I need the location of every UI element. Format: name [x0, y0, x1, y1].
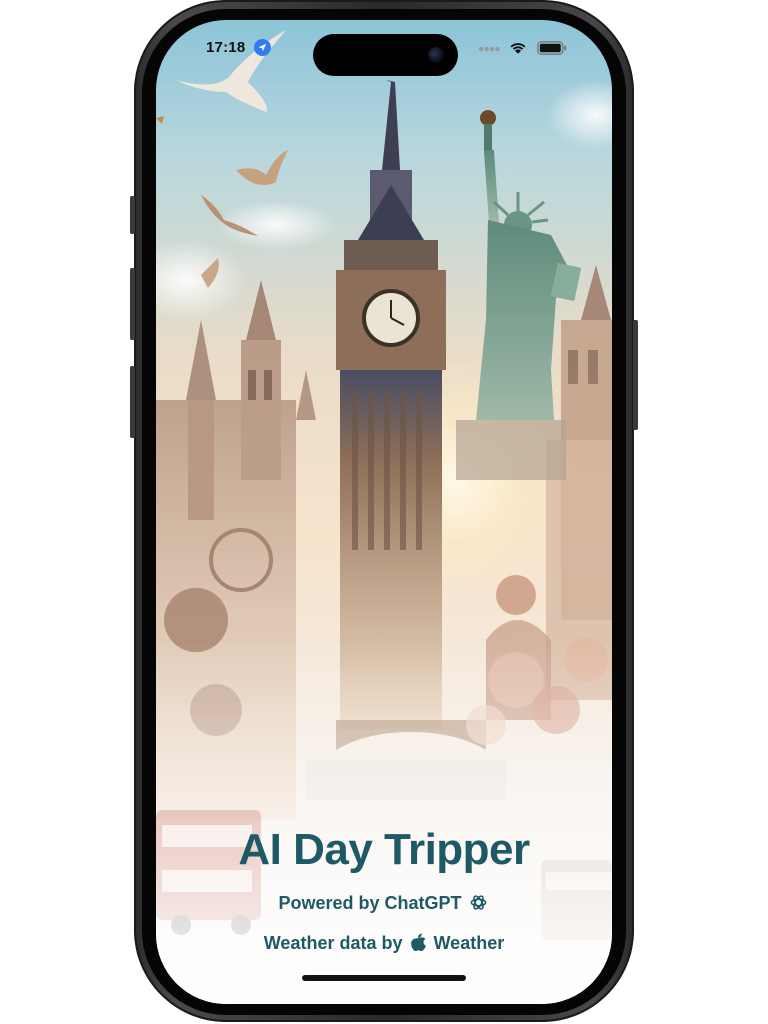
battery-icon	[537, 41, 567, 55]
apple-logo-icon	[410, 933, 427, 957]
status-bar: 17:18	[156, 20, 612, 76]
dynamic-island	[313, 34, 458, 76]
cloud	[546, 80, 612, 150]
powered-by-label: Powered by ChatGPT	[278, 893, 462, 913]
volume-down-button	[130, 366, 135, 438]
volume-up-button	[130, 268, 135, 340]
app-screen: 17:18 AI Day Tripper Powered by ChatGPT …	[156, 20, 612, 1004]
cloud	[156, 240, 246, 320]
front-camera	[428, 47, 444, 63]
device-mockup: 17:18 AI Day Tripper Powered by ChatGPT …	[0, 0, 768, 1024]
action-button	[130, 196, 135, 234]
cellular-signal-icon	[478, 46, 500, 52]
powered-by-line: Powered by ChatGPT	[156, 893, 612, 917]
wifi-icon	[510, 43, 526, 54]
chatgpt-logo-icon	[469, 893, 488, 917]
right-tower	[546, 265, 612, 700]
liberty-statue	[456, 110, 582, 480]
location-arrow-icon	[254, 39, 271, 56]
power-button	[633, 320, 638, 430]
home-indicator[interactable]	[302, 975, 466, 981]
weather-label: Weather data by	[263, 933, 403, 953]
status-time: 17:18	[206, 39, 246, 56]
weather-brand: Weather	[433, 933, 505, 953]
weather-attribution-line: Weather data by Weather	[156, 933, 612, 957]
app-title: AI Day Tripper	[238, 825, 530, 874]
clock-tower	[336, 80, 446, 730]
